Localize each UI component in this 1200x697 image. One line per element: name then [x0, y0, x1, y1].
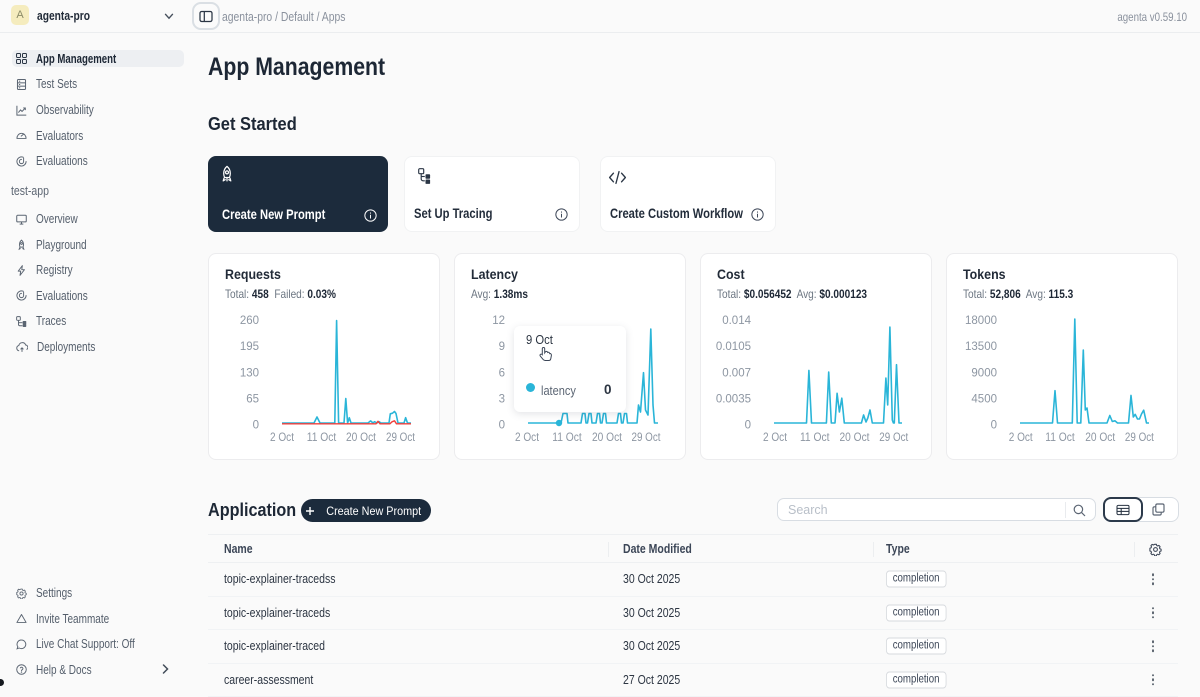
svg-text:195: 195 — [240, 341, 259, 353]
svg-text:0: 0 — [991, 420, 997, 432]
svg-text:65: 65 — [246, 394, 259, 406]
svg-text:0.0105: 0.0105 — [716, 341, 751, 353]
svg-text:9: 9 — [499, 341, 505, 353]
svg-text:130: 130 — [240, 368, 259, 380]
svg-text:29 Oct: 29 Oct — [879, 432, 909, 444]
svg-text:9000: 9000 — [971, 368, 997, 380]
svg-text:29 Oct: 29 Oct — [386, 432, 416, 444]
svg-text:20 Oct: 20 Oct — [840, 432, 871, 444]
svg-text:12: 12 — [492, 315, 505, 327]
svg-text:0: 0 — [499, 420, 505, 432]
svg-text:11 Oct: 11 Oct — [1045, 432, 1075, 444]
svg-text:11 Oct: 11 Oct — [552, 432, 582, 444]
svg-text:4500: 4500 — [971, 394, 997, 406]
svg-text:20 Oct: 20 Oct — [1085, 432, 1116, 444]
svg-text:11 Oct: 11 Oct — [307, 432, 337, 444]
svg-text:0: 0 — [253, 420, 259, 432]
svg-text:3: 3 — [499, 394, 505, 406]
svg-text:18000: 18000 — [965, 315, 997, 327]
svg-text:2 Oct: 2 Oct — [1009, 432, 1034, 444]
svg-text:13500: 13500 — [965, 341, 997, 353]
svg-text:29 Oct: 29 Oct — [1125, 432, 1155, 444]
svg-text:29 Oct: 29 Oct — [632, 432, 662, 444]
svg-text:0.0035: 0.0035 — [716, 394, 751, 406]
svg-text:0: 0 — [745, 420, 751, 432]
svg-text:2 Oct: 2 Oct — [515, 432, 540, 444]
svg-text:11 Oct: 11 Oct — [800, 432, 830, 444]
svg-text:6: 6 — [499, 368, 505, 380]
svg-text:20 Oct: 20 Oct — [592, 432, 623, 444]
svg-text:260: 260 — [240, 315, 259, 327]
svg-text:2 Oct: 2 Oct — [763, 432, 788, 444]
svg-text:0.007: 0.007 — [722, 368, 751, 380]
svg-text:20 Oct: 20 Oct — [346, 432, 377, 444]
svg-text:0.014: 0.014 — [722, 315, 751, 327]
svg-text:2 Oct: 2 Oct — [270, 432, 295, 444]
